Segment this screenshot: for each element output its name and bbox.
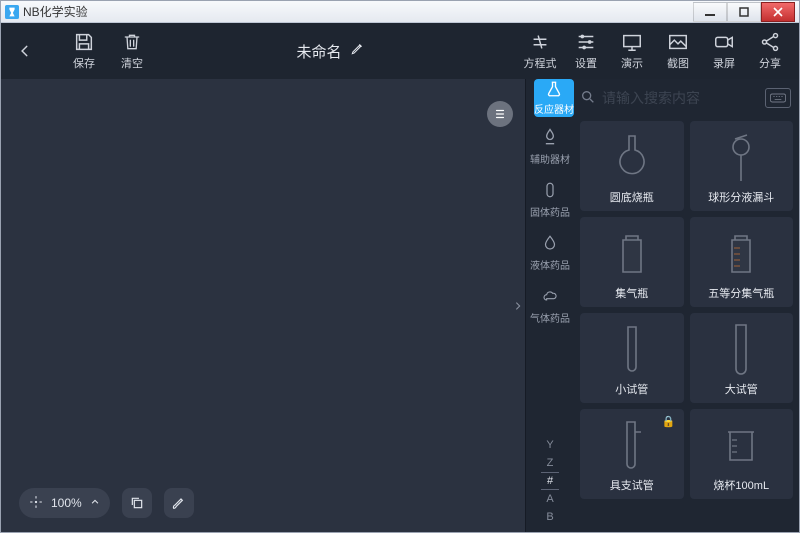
- document-title: 未命名: [296, 41, 341, 62]
- brush-button[interactable]: [164, 488, 194, 518]
- record-icon: [713, 31, 735, 53]
- category-gas[interactable]: 气体药品: [530, 284, 570, 325]
- capture-icon: [667, 31, 689, 53]
- window-minimize-button[interactable]: [693, 2, 727, 22]
- sliders-icon: [575, 31, 597, 53]
- keyboard-button[interactable]: [765, 88, 791, 108]
- equation-icon: [529, 31, 551, 53]
- chevron-up-icon: [90, 496, 100, 510]
- small-tube-icon: [624, 319, 640, 381]
- experiment-canvas[interactable]: 100%: [1, 79, 525, 532]
- cloud-icon: [538, 284, 562, 308]
- alpha-index[interactable]: Y Z # A B: [541, 436, 559, 526]
- equipment-grid: 圆底烧瓶 球形分液漏斗 集气瓶 五等分集气瓶: [574, 117, 799, 532]
- trash-icon: [121, 31, 143, 53]
- clear-button[interactable]: 清空: [115, 31, 149, 71]
- present-button[interactable]: 演示: [615, 31, 649, 71]
- equipment-panel: 反应器材 请输入搜索内容 辅助器材: [525, 79, 799, 532]
- branch-tube-icon: [621, 415, 643, 477]
- main-toolbar: 保存 清空 未命名 方程式 设置: [1, 23, 799, 79]
- center-icon: [29, 495, 43, 512]
- back-button[interactable]: [13, 39, 37, 63]
- lock-icon: 🔒: [662, 415, 676, 428]
- save-icon: [73, 31, 95, 53]
- flask-icon: [545, 80, 563, 101]
- search-icon: [580, 89, 596, 108]
- search-placeholder: 请输入搜索内容: [602, 88, 700, 108]
- record-button[interactable]: 录屏: [707, 31, 741, 71]
- category-liquid[interactable]: 液体药品: [530, 231, 570, 272]
- drop-icon: [538, 231, 562, 255]
- equipment-card[interactable]: 小试管: [580, 313, 684, 403]
- large-tube-icon: [732, 319, 750, 381]
- capsule-icon: [538, 178, 562, 202]
- gas-bottle-icon: [615, 223, 649, 285]
- equation-button[interactable]: 方程式: [523, 31, 557, 71]
- window-maximize-button[interactable]: [727, 2, 761, 22]
- zoom-control[interactable]: 100%: [19, 488, 110, 518]
- zoom-value: 100%: [51, 496, 82, 510]
- equipment-card[interactable]: 圆底烧瓶: [580, 121, 684, 211]
- present-icon: [621, 31, 643, 53]
- category-aux[interactable]: 辅助器材: [530, 125, 570, 166]
- equipment-card[interactable]: 集气瓶: [580, 217, 684, 307]
- share-icon: [759, 31, 781, 53]
- share-button[interactable]: 分享: [753, 31, 787, 71]
- window-titlebar: NB化学实验: [1, 1, 799, 23]
- clear-label: 清空: [121, 55, 143, 71]
- beaker-icon: [724, 415, 758, 477]
- burner-icon: [538, 125, 562, 149]
- save-label: 保存: [73, 55, 95, 71]
- panel-toggle-handle[interactable]: [511, 292, 525, 320]
- graduated-bottle-icon: [724, 223, 758, 285]
- save-button[interactable]: 保存: [67, 31, 101, 71]
- equipment-card[interactable]: 五等分集气瓶: [690, 217, 794, 307]
- capture-button[interactable]: 截图: [661, 31, 695, 71]
- category-solid[interactable]: 固体药品: [530, 178, 570, 219]
- equipment-search[interactable]: 请输入搜索内容: [580, 88, 759, 108]
- round-flask-icon: [612, 127, 652, 189]
- window-close-button[interactable]: [761, 2, 795, 22]
- equipment-card[interactable]: 烧杯100mL: [690, 409, 794, 499]
- window-title: NB化学实验: [23, 3, 88, 20]
- canvas-list-button[interactable]: [487, 101, 513, 127]
- edit-title-icon[interactable]: [350, 42, 364, 60]
- equipment-card[interactable]: 球形分液漏斗: [690, 121, 794, 211]
- app-icon: [5, 5, 19, 19]
- category-column: 辅助器材 固体药品 液体药品 气体药品: [526, 117, 574, 532]
- funnel-icon: [721, 127, 761, 189]
- copy-button[interactable]: [122, 488, 152, 518]
- category-active[interactable]: 反应器材: [534, 79, 574, 117]
- equipment-card[interactable]: 大试管: [690, 313, 794, 403]
- equipment-card[interactable]: 🔒 具支试管: [580, 409, 684, 499]
- settings-button[interactable]: 设置: [569, 31, 603, 71]
